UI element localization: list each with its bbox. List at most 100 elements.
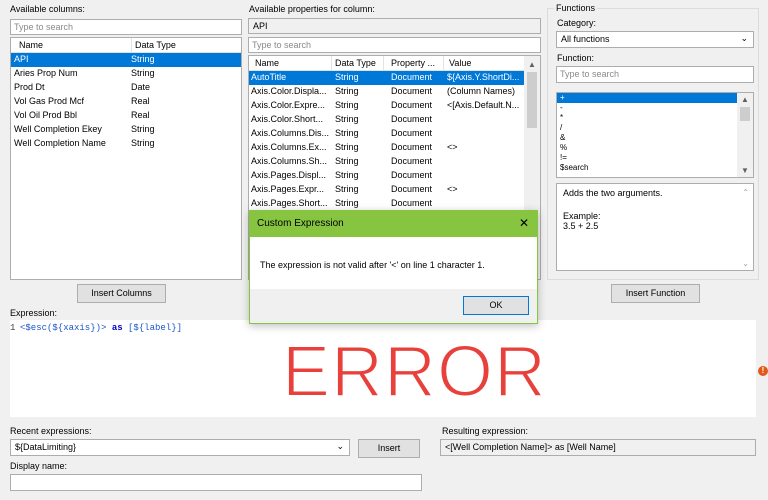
column-row[interactable]: Vol Oil Prod Bbl Real <box>11 109 241 123</box>
property-row[interactable]: Axis.Color.Expre... String Document <[Axis.… <box>249 99 524 113</box>
columns-list-header: Name Data Type <box>11 38 241 53</box>
column-name: Prod Dt <box>14 82 45 92</box>
expression-label: Expression: <box>10 308 58 318</box>
scroll-up-icon[interactable]: ▲ <box>524 60 540 69</box>
property-type: String <box>335 156 359 166</box>
insert-recent-button[interactable]: Insert <box>358 439 420 458</box>
recent-expressions-dropdown[interactable]: ${DataLimiting} ⌄ <box>10 439 350 456</box>
scroll-down-icon[interactable]: ⌄ <box>742 259 749 268</box>
property-row[interactable]: Axis.Pages.Expr... String Document <> <box>249 183 524 197</box>
property-source: Document <box>391 100 433 110</box>
property-row[interactable]: Axis.Color.Displa... String Document (Colum… <box>249 85 524 99</box>
close-icon[interactable]: ✕ <box>519 216 529 230</box>
prop-header-name[interactable]: Name <box>255 58 279 68</box>
functions-group-label: Functions <box>554 3 598 13</box>
property-row[interactable]: AutoTitle String Document ${Axis.Y.ShortDi.… <box>249 71 524 85</box>
dialog-title: Custom Expression <box>257 218 344 229</box>
property-type: String <box>335 170 359 180</box>
function-item[interactable]: / <box>557 123 737 133</box>
recent-expressions-label: Recent expressions: <box>10 426 92 436</box>
function-rows: + - * / &% != $search <box>557 93 737 173</box>
property-row[interactable]: Axis.Columns.Ex... String Document <> <box>249 141 524 155</box>
column-type: String <box>131 54 155 64</box>
column-row[interactable]: Aries Prop Num String <box>11 67 241 81</box>
property-name: Axis.Color.Short... <box>251 114 324 124</box>
column-name: Aries Prop Num <box>14 68 78 78</box>
function-list[interactable]: + - * / &% != $search ▲ ▼ <box>556 92 754 178</box>
error-overlay-text: ERROR <box>281 332 548 412</box>
property-name: Axis.Color.Displa... <box>251 86 327 96</box>
prop-header-value[interactable]: Value <box>449 58 471 68</box>
scrollbar-thumb[interactable] <box>740 107 750 121</box>
property-type: String <box>335 114 359 124</box>
property-name: Axis.Color.Expre... <box>251 100 326 110</box>
property-value: (Column Names) <box>447 86 516 96</box>
function-item[interactable]: * <box>557 113 737 123</box>
insert-columns-button[interactable]: Insert Columns <box>77 284 166 303</box>
scroll-down-icon[interactable]: ▼ <box>737 166 753 175</box>
column-row[interactable]: Well Completion Ekey String <box>11 123 241 137</box>
display-name-label: Display name: <box>10 461 68 471</box>
column-row[interactable]: Prod Dt Date <box>11 81 241 95</box>
line-number: 1 <box>10 323 16 333</box>
property-value: <> <box>447 142 458 152</box>
error-icon[interactable]: ! <box>758 366 768 376</box>
column-row[interactable]: API String <box>11 53 241 67</box>
property-source: Document <box>391 86 433 96</box>
function-list-scrollbar[interactable]: ▲ ▼ <box>737 93 753 177</box>
prop-header-property[interactable]: Property ... <box>391 58 435 68</box>
function-item[interactable]: $search <box>557 163 737 173</box>
property-type: String <box>335 86 359 96</box>
column-row[interactable]: Vol Gas Prod Mcf Real <box>11 95 241 109</box>
property-type: String <box>335 100 359 110</box>
property-row[interactable]: Axis.Columns.Sh... String Document <box>249 155 524 169</box>
function-description: Adds the two arguments. Example: 3.5 + 2… <box>556 183 754 271</box>
property-source: Document <box>391 128 433 138</box>
expression-text: <$esc(${xaxis})> as [${label}] <box>20 323 182 333</box>
properties-list-header: Name Data Type Property ... Value <box>249 56 540 71</box>
available-properties-label: Available properties for column: <box>249 4 375 14</box>
column-row[interactable]: Well Completion Name String <box>11 137 241 151</box>
properties-search-input[interactable]: Type to search <box>248 37 541 53</box>
column-header-name[interactable]: Name <box>19 40 43 50</box>
property-row[interactable]: Axis.Pages.Displ... String Document <box>249 169 524 183</box>
scrollbar-thumb[interactable] <box>527 72 537 128</box>
property-name: Axis.Pages.Short... <box>251 198 328 208</box>
function-example-label: Example: <box>563 211 601 221</box>
custom-expression-dialog: Custom Expression ✕ The expression is no… <box>249 210 538 324</box>
category-dropdown[interactable]: All functions ⌄ <box>556 31 754 48</box>
chevron-down-icon: ⌄ <box>740 33 748 43</box>
category-value: All functions <box>561 34 610 44</box>
scroll-up-icon[interactable]: ▲ <box>737 95 753 104</box>
insert-function-button[interactable]: Insert Function <box>611 284 700 303</box>
function-item[interactable]: + <box>557 93 737 103</box>
resulting-expression-label: Resulting expression: <box>442 426 529 436</box>
property-name: Axis.Pages.Expr... <box>251 184 325 194</box>
columns-list[interactable]: Name Data Type API String Aries Prop Num St… <box>10 37 242 280</box>
function-item[interactable]: - <box>557 103 737 113</box>
ok-button[interactable]: OK <box>463 296 529 315</box>
column-type: Date <box>131 82 151 92</box>
column-header-type[interactable]: Data Type <box>135 40 176 50</box>
property-source: Document <box>391 170 433 180</box>
expression-token: <$esc(${xaxis})> <box>20 323 107 333</box>
dialog-title-bar[interactable]: Custom Expression ✕ <box>250 211 537 237</box>
display-name-input[interactable] <box>10 474 422 491</box>
function-search-input[interactable]: Type to search <box>556 66 754 83</box>
column-type: String <box>131 124 155 134</box>
property-row[interactable]: Axis.Columns.Dis... String Document <box>249 127 524 141</box>
function-item[interactable]: & <box>557 133 737 143</box>
property-row[interactable]: Axis.Pages.Short... String Document <box>249 197 524 211</box>
property-name: Axis.Columns.Sh... <box>251 156 328 166</box>
property-value: <[Axis.Default.N... <box>447 100 520 110</box>
property-row[interactable]: Axis.Color.Short... String Document <box>249 113 524 127</box>
columns-search-input[interactable]: Type to search <box>10 19 242 35</box>
property-type: String <box>335 184 359 194</box>
property-name: Axis.Columns.Dis... <box>251 128 330 138</box>
expression-keyword: as <box>106 323 129 333</box>
function-item[interactable]: != <box>557 153 737 163</box>
function-item[interactable]: % <box>557 143 737 153</box>
function-example-value: 3.5 + 2.5 <box>563 221 599 231</box>
prop-header-type[interactable]: Data Type <box>335 58 376 68</box>
scroll-up-icon[interactable]: ⌃ <box>742 188 749 197</box>
